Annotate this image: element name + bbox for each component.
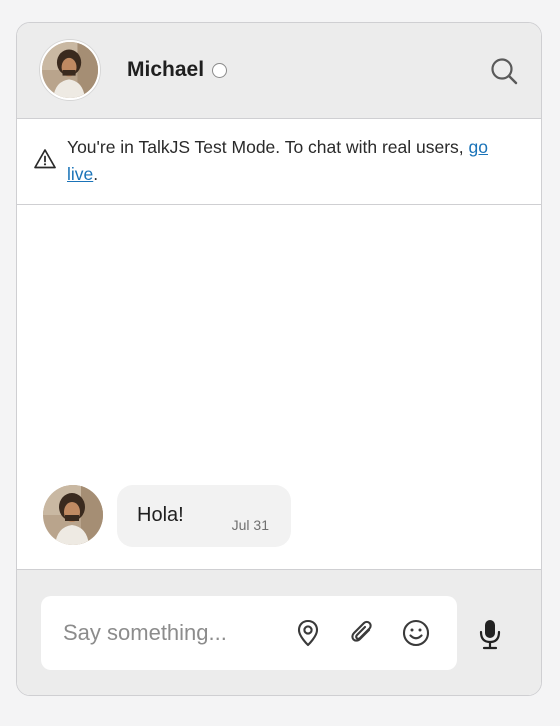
- notice-text: You're in TalkJS Test Mode. To chat with…: [67, 134, 517, 188]
- microphone-icon: [479, 620, 501, 650]
- avatar-photo: [43, 485, 103, 545]
- composer: [17, 569, 541, 695]
- status-dot-icon: [212, 63, 227, 78]
- chat-header: Michael: [17, 23, 541, 119]
- notice-message: You're in TalkJS Test Mode. To chat with…: [67, 137, 469, 157]
- test-mode-notice: You're in TalkJS Test Mode. To chat with…: [17, 119, 541, 205]
- message-timestamp: Jul 31: [231, 517, 269, 533]
- attachment-button[interactable]: [347, 618, 377, 648]
- notice-period: .: [93, 164, 99, 184]
- warning-icon: [34, 149, 56, 169]
- message-input[interactable]: [63, 618, 283, 648]
- emoji-icon: [402, 619, 430, 647]
- emoji-button[interactable]: [401, 618, 431, 648]
- message-avatar[interactable]: [43, 485, 103, 545]
- message-input-box: [41, 596, 457, 670]
- avatar[interactable]: [40, 40, 100, 100]
- location-icon: [297, 619, 319, 647]
- chatbox: Michael You're in TalkJS Test Mode. To c…: [16, 22, 542, 696]
- search-icon: [491, 58, 518, 85]
- search-button[interactable]: [489, 56, 519, 86]
- attachment-icon: [351, 620, 372, 642]
- message-bubble[interactable]: Hola! Jul 31: [117, 485, 291, 547]
- location-button[interactable]: [293, 618, 323, 648]
- avatar-photo: [42, 42, 98, 98]
- message-text: Hola!: [137, 504, 184, 526]
- microphone-button[interactable]: [477, 618, 503, 650]
- contact-name: Michael: [127, 58, 205, 81]
